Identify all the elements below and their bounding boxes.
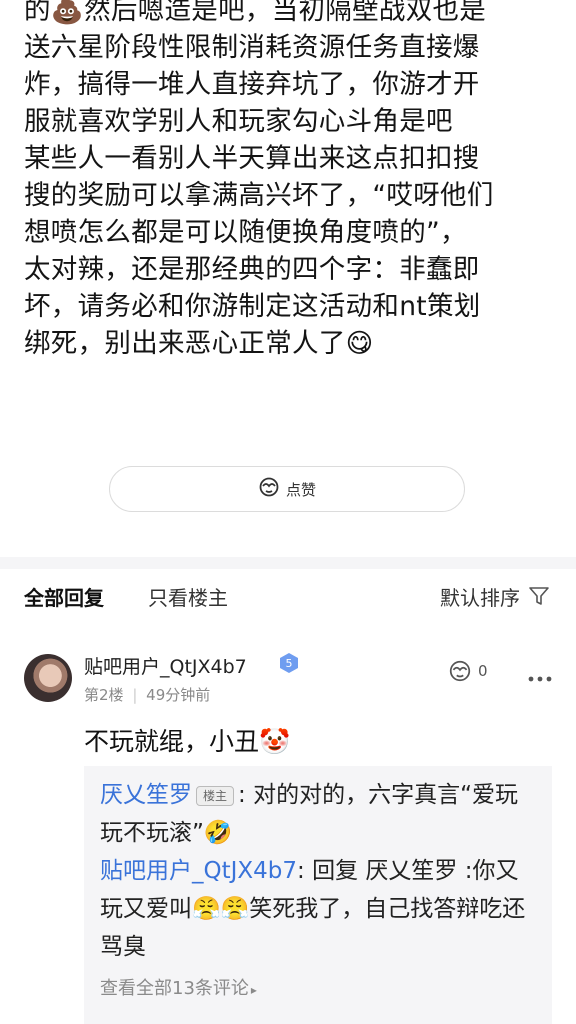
- view-all-comments-link[interactable]: 查看全部13条评论 ▸: [100, 970, 536, 1009]
- reply-tabs: 全部回复 只看楼主 默认排序: [0, 569, 576, 625]
- reply-content: 不玩就绲，小丑🤡: [84, 727, 291, 756]
- post-line: 想喷怎么都是可以随便换角度喷的”，: [24, 217, 467, 248]
- post-line: 送六星阶段性限制消耗资源任务直接爆: [24, 32, 480, 63]
- op-badge: 楼主: [196, 785, 235, 806]
- filter-icon[interactable]: [528, 585, 550, 611]
- post-content: 的💩然后嗯造是吧，当初隔壁战双也是 送六星阶段性限制消耗资源任务直接爆 炸，搞得…: [24, 0, 564, 362]
- sort-dropdown[interactable]: 默认排序: [440, 582, 520, 611]
- chevron-right-icon: ▸: [250, 983, 257, 997]
- post-line: 某些人一看别人半天算出来这点扣扣搜: [24, 143, 480, 174]
- level-badge-icon: 5: [278, 652, 300, 678]
- reply-meta: 第2楼 | 49分钟前: [84, 686, 211, 704]
- section-divider: [0, 557, 576, 569]
- avatar[interactable]: [24, 654, 72, 702]
- tab-all-replies[interactable]: 全部回复: [24, 582, 104, 611]
- post-line: 的💩然后嗯造是吧，当初隔壁战双也是: [24, 0, 487, 26]
- sub-reply-author[interactable]: 厌乂笙罗: [100, 782, 192, 808]
- post-line: 搜的奖励可以拿满高兴坏了，“哎呀他们: [24, 180, 494, 211]
- like-icon: [258, 477, 280, 501]
- view-all-label: 查看全部13条评论: [100, 978, 249, 999]
- tab-op-only[interactable]: 只看楼主: [148, 582, 228, 611]
- post-line: 炸，搞得一堆人直接弃坑了，你游才开: [24, 69, 480, 100]
- more-options-icon[interactable]: [528, 668, 552, 687]
- level-number: 5: [286, 657, 293, 670]
- reply-username[interactable]: 贴吧用户_QtJX4b7: [84, 652, 247, 679]
- reply-like-button[interactable]: 0: [448, 660, 488, 682]
- post-line: 坏，请务必和你游制定这活动和nt策划: [24, 291, 481, 322]
- like-icon: [449, 660, 471, 682]
- like-label: 点赞: [285, 480, 316, 499]
- sub-replies-box: 厌乂笙罗 楼主: 对的对的，六字真言“爱玩玩不玩滚”🤣 贴吧用户_QtJX4b7:…: [84, 766, 552, 1024]
- floor-number: 第2楼: [84, 686, 124, 704]
- sub-reply[interactable]: 贴吧用户_QtJX4b7: 回复 厌乂笙罗 :你又玩又爱叫😤😤笑死我了，自己找答…: [100, 852, 536, 966]
- reply-time: 49分钟前: [146, 686, 211, 704]
- post-line: 服就喜欢学别人和玩家勾心斗角是吧: [24, 106, 453, 137]
- reply-like-count: 0: [478, 662, 488, 680]
- like-button[interactable]: 点赞: [109, 466, 465, 512]
- sub-reply-author[interactable]: 贴吧用户_QtJX4b7: [100, 858, 297, 884]
- post-line: 太对辣，还是那经典的四个字：非蠢即: [24, 254, 480, 285]
- sub-reply[interactable]: 厌乂笙罗 楼主: 对的对的，六字真言“爱玩玩不玩滚”🤣: [100, 776, 536, 852]
- post-line: 绑死，别出来恶心正常人了😋: [24, 328, 374, 359]
